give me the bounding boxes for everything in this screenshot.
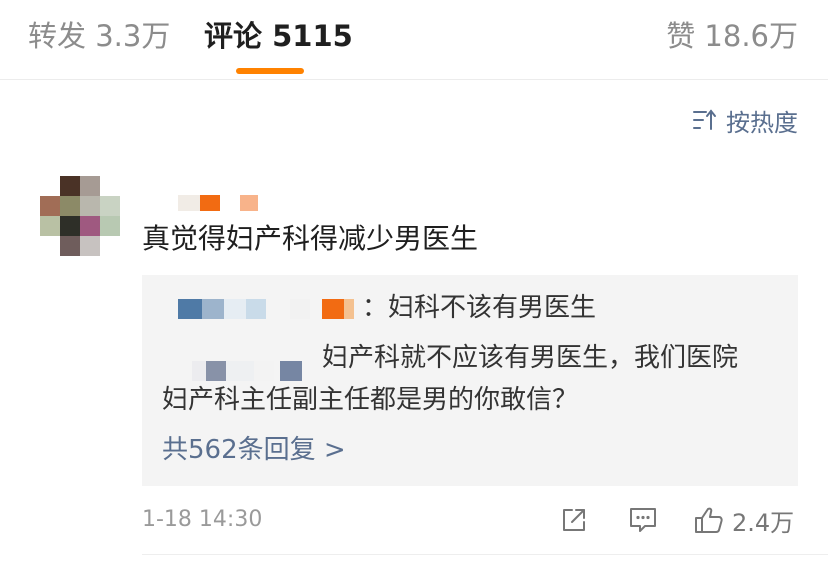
sort-hot-icon (693, 109, 716, 130)
reply-text: ：妇科不该有男医生 (362, 293, 597, 323)
username-mosaic[interactable] (178, 193, 264, 213)
reply-button[interactable] (628, 503, 658, 537)
sort-button[interactable]: 按热度 (692, 104, 798, 137)
like-icon (695, 507, 723, 533)
sort-label: 按热度 (726, 108, 798, 137)
active-tab-indicator (236, 68, 304, 74)
tab-comments[interactable]: 评论 5115 (204, 16, 353, 56)
tab-repost[interactable]: 转发 3.3万 (28, 16, 170, 56)
tab-likes[interactable]: 赞 18.6万 (666, 16, 798, 56)
reply-box[interactable]: ：妇科不该有男医生 妇产科就不应该有男医生，我们医院 妇产科主任副主任都是男的你… (142, 275, 798, 486)
reply-username-mosaic[interactable] (192, 361, 322, 383)
avatar[interactable] (40, 176, 120, 256)
reply-text-line1: 妇产科就不应该有男医生，我们医院 (322, 343, 739, 373)
like-button[interactable]: 2.4万 (694, 503, 794, 537)
like-count: 2.4万 (732, 508, 795, 537)
bottom-divider (142, 554, 828, 555)
more-replies-link[interactable]: 共562条回复 > (162, 431, 346, 469)
tab-bar: 转发 3.3万 评论 5115 赞 18.6万 (0, 0, 828, 78)
share-button[interactable] (560, 503, 588, 537)
comment-icon (630, 508, 656, 532)
share-icon (563, 509, 585, 531)
comment-time: 1-18 14:30 (142, 507, 263, 532)
reply-username-mosaic[interactable] (178, 299, 358, 319)
reply-text-line2: 妇产科主任副主任都是男的你敢信？ (162, 385, 579, 415)
tabs-divider (0, 79, 828, 80)
comment-text: 真觉得妇产科得减少男医生 (142, 222, 479, 255)
